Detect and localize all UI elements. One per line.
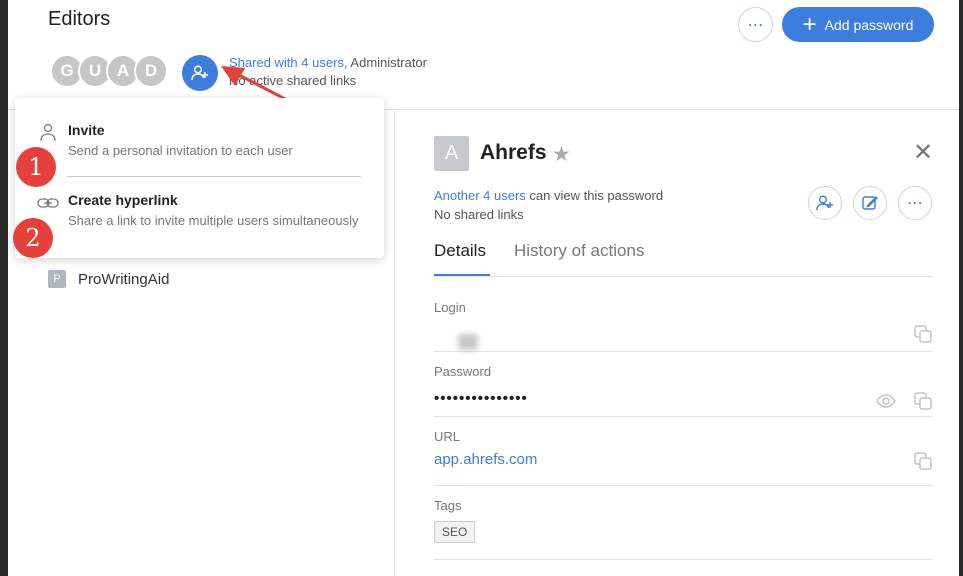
field-label: Password <box>434 364 492 379</box>
viewers-link[interactable]: Another 4 users <box>434 188 526 203</box>
avatar[interactable]: D <box>134 54 168 88</box>
menu-item-description: Share a link to invite multiple users si… <box>68 213 359 228</box>
share-user-button[interactable] <box>182 55 218 91</box>
copy-icon[interactable] <box>914 325 932 343</box>
tab-history-of-actions[interactable]: History of actions <box>514 241 644 261</box>
add-password-label: Add password <box>824 16 914 33</box>
menu-divider <box>67 176 361 177</box>
copy-icon[interactable] <box>914 452 932 470</box>
tags-field: Tags SEO <box>434 496 933 560</box>
url-link[interactable]: app.ahrefs.com <box>434 451 537 468</box>
item-name: ProWritingAid <box>78 270 170 288</box>
detail-tabs: Details History of actions <box>434 241 933 277</box>
login-field: Login <box>434 298 933 352</box>
user-icon <box>40 123 56 142</box>
eye-icon[interactable] <box>876 392 896 410</box>
share-user-button[interactable] <box>808 186 842 220</box>
more-options-button[interactable]: ⋯ <box>738 7 773 42</box>
list-item[interactable]: P ProWritingAid <box>48 270 169 288</box>
shared-links-status: No shared links <box>434 207 524 222</box>
detail-title: Ahrefs <box>480 141 547 164</box>
window-right-edge <box>959 0 963 576</box>
blurred-login-value <box>458 334 478 350</box>
password-value[interactable]: ••••••••••••••• <box>434 390 528 407</box>
add-password-button[interactable]: + Add password <box>782 7 934 42</box>
url-field: URL app.ahrefs.com <box>434 427 933 486</box>
shared-role: , Administrator <box>343 55 427 70</box>
add-user-icon <box>191 65 208 81</box>
page-title: Editors <box>48 8 111 30</box>
edit-icon <box>862 196 878 210</box>
tag-badge[interactable]: SEO <box>434 521 476 543</box>
active-tab-indicator <box>434 274 490 276</box>
password-field: Password ••••••••••••••• <box>434 362 933 417</box>
detail-tile: A <box>434 136 469 171</box>
menu-item-label: Invite <box>68 122 105 138</box>
copy-icon[interactable] <box>914 392 932 410</box>
close-icon[interactable]: ✕ <box>913 141 933 165</box>
add-user-icon <box>816 195 833 211</box>
annotation-badge: 1 <box>16 147 56 187</box>
plus-icon: + <box>802 10 817 38</box>
editors-header: Editors G U A D Shared with 4 users, Adm… <box>8 0 959 110</box>
panel-divider <box>394 111 395 576</box>
viewers-text: can view this password <box>525 188 664 203</box>
window-left-edge <box>0 0 8 576</box>
menu-item-description: Send a personal invitation to each user <box>68 143 293 158</box>
viewers-info: Another 4 users can view this password N… <box>434 186 663 224</box>
avatar-group[interactable]: G U A D <box>50 54 168 88</box>
item-tile: P <box>48 270 66 288</box>
field-label: Tags <box>434 498 462 513</box>
more-options-button[interactable]: ⋯ <box>898 186 932 220</box>
field-label: Login <box>434 300 466 315</box>
star-icon[interactable]: ★ <box>552 142 571 167</box>
menu-item-label: Create hyperlink <box>68 192 178 208</box>
edit-button[interactable] <box>853 186 887 220</box>
tab-details[interactable]: Details <box>434 241 486 261</box>
link-icon <box>37 198 59 208</box>
annotation-badge: 2 <box>13 218 53 258</box>
field-label: URL <box>434 429 461 444</box>
share-popup-menu: Invite Send a personal invitation to eac… <box>15 98 384 258</box>
